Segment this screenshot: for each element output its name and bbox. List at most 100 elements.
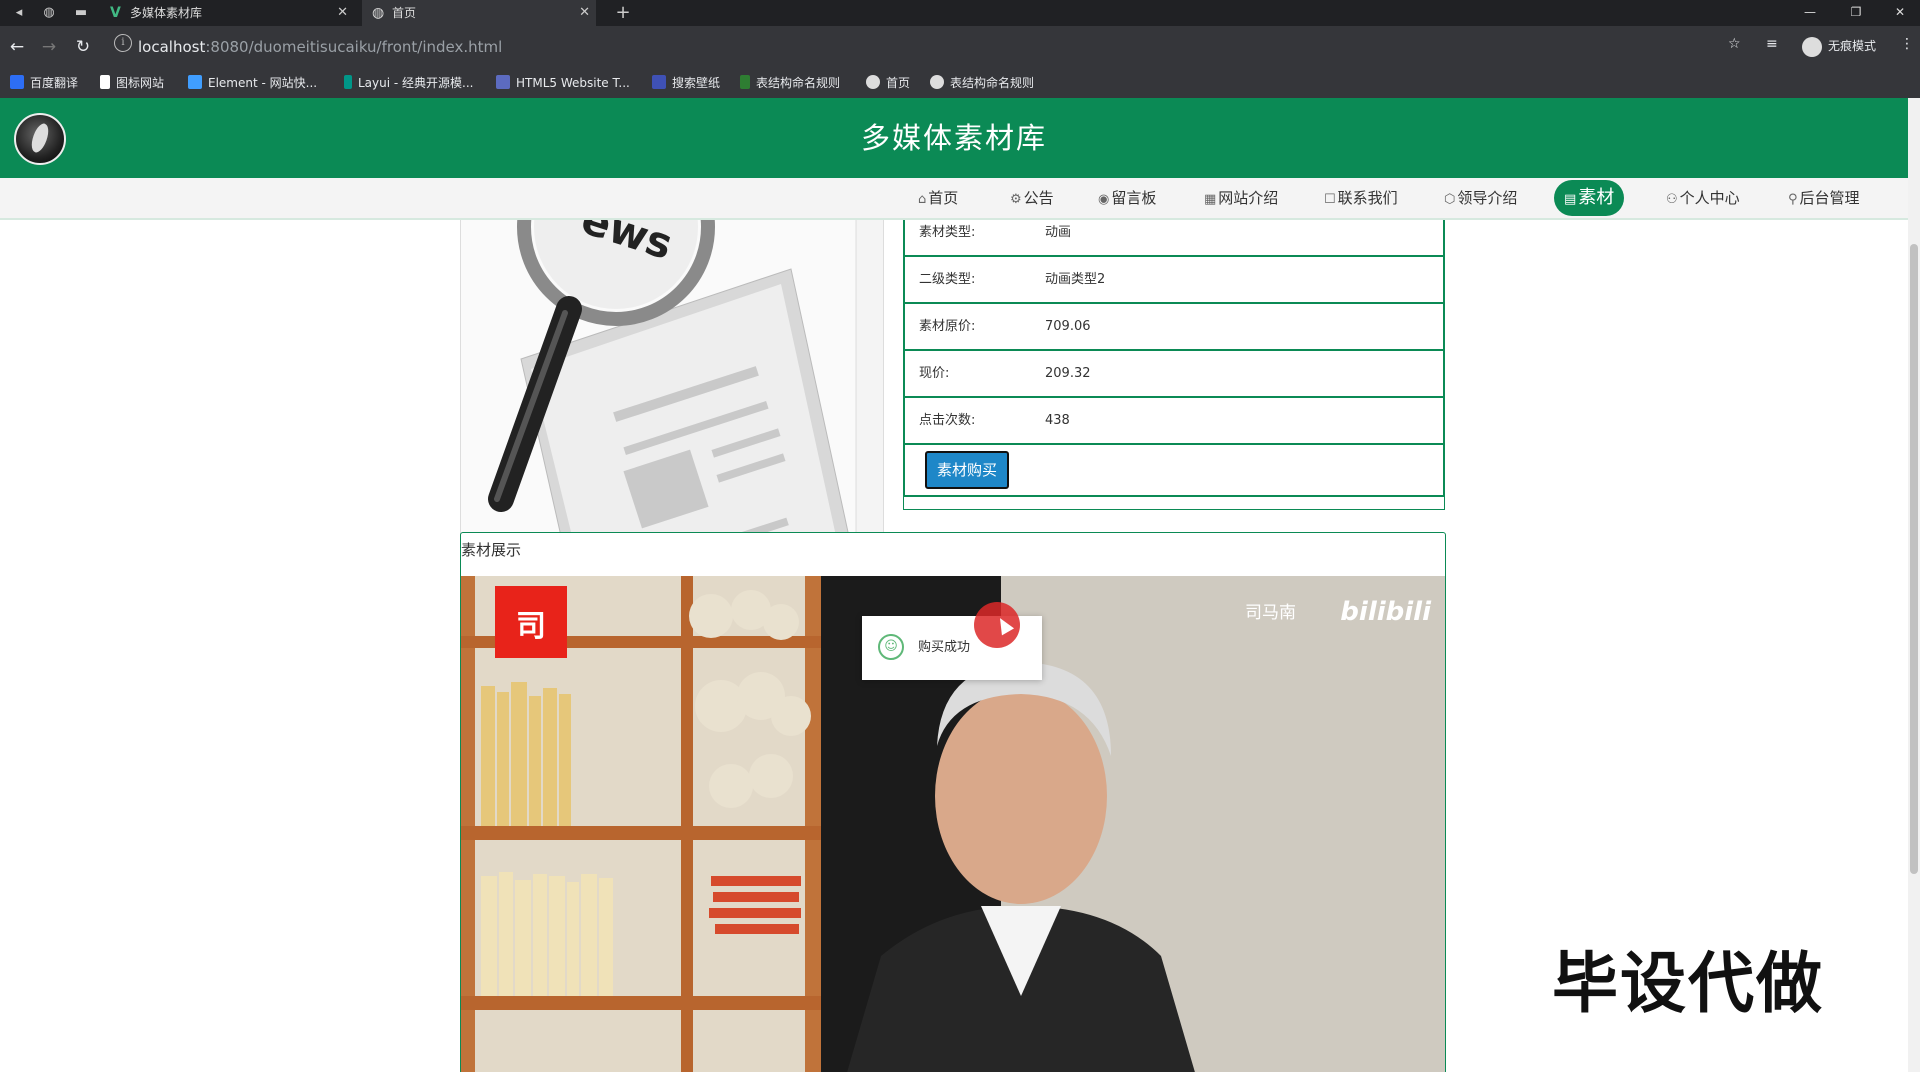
link-icon: ⚲ — [1788, 192, 1798, 207]
nav-label: 后台管理 — [1799, 189, 1860, 207]
material-detail-table: 素材类型: 动画 二级类型: 动画类型2 素材原价: 709.06 现价: 20… — [903, 220, 1445, 510]
nav-message-board[interactable]: ◉ 留言板 — [1098, 178, 1156, 218]
nav-label: 素材 — [1578, 187, 1615, 208]
bookmark-label: 表结构命名规则 — [756, 76, 841, 90]
bilibili-watermark: bilibili — [1340, 597, 1432, 627]
bookmark-item[interactable]: 搜索壁纸 — [652, 74, 720, 92]
mute-icon[interactable]: ◂ — [8, 0, 30, 26]
restore-icon[interactable]: ❐ — [1836, 0, 1876, 26]
url-host: localhost — [138, 38, 206, 56]
bookmark-star-icon[interactable]: ☆ — [1728, 36, 1741, 52]
message-icon: ◉ — [1098, 192, 1110, 207]
window-icon[interactable]: ▬ — [70, 0, 92, 26]
globe-icon: ◍ — [372, 5, 385, 21]
bookmark-item[interactable]: 百度翻译 — [10, 74, 78, 92]
tab-home[interactable]: ◍ 首页 ✕ — [362, 0, 596, 26]
nav-materials[interactable]: ▤ 素材 — [1554, 180, 1625, 216]
nav-label: 网站介绍 — [1218, 189, 1279, 207]
toast-message: 购买成功 — [918, 640, 971, 655]
grid-icon: ▦ — [1204, 192, 1217, 207]
bookmarks-bar: 百度翻译 图标网站 Element - 网站快... Layui - 经典开源模… — [0, 68, 1920, 99]
media-control-icon[interactable]: ≡ — [1766, 36, 1778, 52]
nav-announcement[interactable]: ⚙ 公告 — [1010, 178, 1054, 218]
bookmark-item[interactable]: 图标网站 — [100, 74, 164, 92]
nav-label: 领导介绍 — [1457, 189, 1518, 207]
detail-label: 现价: — [919, 366, 950, 381]
nav-admin[interactable]: ⚲ 后台管理 — [1788, 178, 1860, 218]
new-tab-icon[interactable]: + — [612, 0, 634, 26]
tab-multimedia-library[interactable]: V 多媒体素材库 ✕ — [100, 0, 354, 26]
nav-home[interactable]: ⌂ 首页 — [918, 178, 958, 218]
hexagon-icon: ⬡ — [1444, 192, 1456, 207]
incognito-label: 无痕模式 — [1827, 39, 1876, 53]
bookmark-label: 搜索壁纸 — [672, 76, 721, 90]
translate-icon — [10, 75, 24, 89]
browser-menu-icon[interactable]: ⋮ — [1900, 36, 1914, 52]
nav-label: 公告 — [1023, 189, 1054, 207]
channel-logo-text: 司 — [516, 609, 546, 644]
element-logo-icon — [188, 75, 202, 89]
nav-leaders[interactable]: ⬡ 领导介绍 — [1444, 178, 1517, 218]
detail-row-type: 素材类型: 动画 — [903, 220, 1445, 257]
site-info-icon[interactable]: i — [114, 34, 132, 52]
gear-icon: ⚙ — [1010, 192, 1022, 207]
bookmark-item[interactable]: 首页 — [866, 74, 910, 92]
incognito-indicator[interactable]: 无痕模式 — [1801, 35, 1876, 57]
tab-title: 多媒体素材库 — [130, 6, 203, 20]
html5-icon — [496, 75, 510, 89]
globe-icon[interactable]: ◍ — [38, 0, 60, 26]
back-icon[interactable]: ← — [6, 36, 28, 58]
address-bar-row: ← → ↻ i localhost:8080/duomeitisucaiku/f… — [0, 26, 1920, 68]
home-icon: ⌂ — [918, 192, 927, 207]
buy-material-button[interactable]: 素材购买 — [925, 451, 1009, 489]
bookmark-item[interactable]: 表结构命名规则 — [740, 74, 840, 92]
bookmark-label: 百度翻译 — [30, 76, 79, 90]
close-window-icon[interactable]: ✕ — [1880, 0, 1920, 26]
detail-value: 动画 — [1045, 225, 1072, 240]
detail-row-current-price: 现价: 209.32 — [903, 351, 1445, 398]
nav-label: 个人中心 — [1679, 189, 1740, 207]
close-tab-icon[interactable]: ✕ — [337, 0, 348, 26]
nav-label: 首页 — [928, 189, 959, 207]
nav-contact[interactable]: ☐ 联系我们 — [1324, 178, 1398, 218]
vue-logo-icon: V — [110, 5, 121, 21]
detail-value: 动画类型2 — [1045, 272, 1106, 287]
channel-name: 司马南 — [1245, 603, 1296, 623]
reload-icon[interactable]: ↻ — [72, 36, 94, 58]
site-title: 多媒体素材库 — [860, 121, 1047, 155]
main-nav: ⌂ 首页 ⚙ 公告 ◉ 留言板 ▦ 网站介绍 ☐ 联系我们 ⬡ 领导介绍 ▤ 素材 ⚇ 个人中心… — [0, 178, 1908, 220]
bookmark-label: HTML5 Website T... — [516, 76, 630, 90]
nav-label: 联系我们 — [1337, 189, 1398, 207]
bookmark-item[interactable]: Element - 网站快... — [188, 74, 317, 92]
forward-icon[interactable]: → — [38, 36, 60, 58]
bookmark-label: 图标网站 — [116, 76, 165, 90]
material-showcase: 素材展示 司 司马南 bilibili — [460, 532, 1446, 1072]
detail-row-subtype: 二级类型: 动画类型2 — [903, 257, 1445, 304]
nav-personal-center[interactable]: ⚇ 个人中心 — [1666, 178, 1740, 218]
materials-icon: ▤ — [1564, 192, 1577, 207]
globe-icon — [866, 75, 880, 89]
incognito-avatar-icon — [1801, 36, 1822, 57]
bookmark-item[interactable]: HTML5 Website T... — [496, 74, 630, 92]
table-icon — [740, 75, 750, 89]
detail-row-original-price: 素材原价: 709.06 — [903, 304, 1445, 351]
detail-label: 素材原价: — [919, 319, 976, 334]
detail-value: 709.06 — [1045, 319, 1091, 334]
url-field[interactable]: localhost:8080/duomeitisucaiku/front/ind… — [138, 34, 502, 60]
minimize-icon[interactable]: — — [1790, 0, 1830, 26]
bookmark-label: 首页 — [886, 76, 911, 90]
detail-value: 209.32 — [1045, 366, 1091, 381]
detail-label: 素材类型: — [919, 225, 976, 240]
nav-site-intro[interactable]: ▦ 网站介绍 — [1204, 178, 1278, 218]
scrollbar-thumb[interactable] — [1910, 244, 1918, 874]
bookmark-item[interactable]: Layui - 经典开源模... — [344, 74, 473, 92]
page-scrollbar[interactable] — [1908, 98, 1920, 1072]
globe-icon — [930, 75, 944, 89]
smile-success-icon: ☺ — [878, 634, 904, 660]
mouse-cursor-highlight — [974, 602, 1020, 648]
tab-title: 首页 — [392, 6, 417, 20]
contact-icon: ☐ — [1324, 192, 1336, 207]
bookmark-label: Layui - 经典开源模... — [358, 76, 474, 90]
close-tab-icon[interactable]: ✕ — [579, 0, 590, 26]
bookmark-item[interactable]: 表结构命名规则 — [930, 74, 1034, 92]
